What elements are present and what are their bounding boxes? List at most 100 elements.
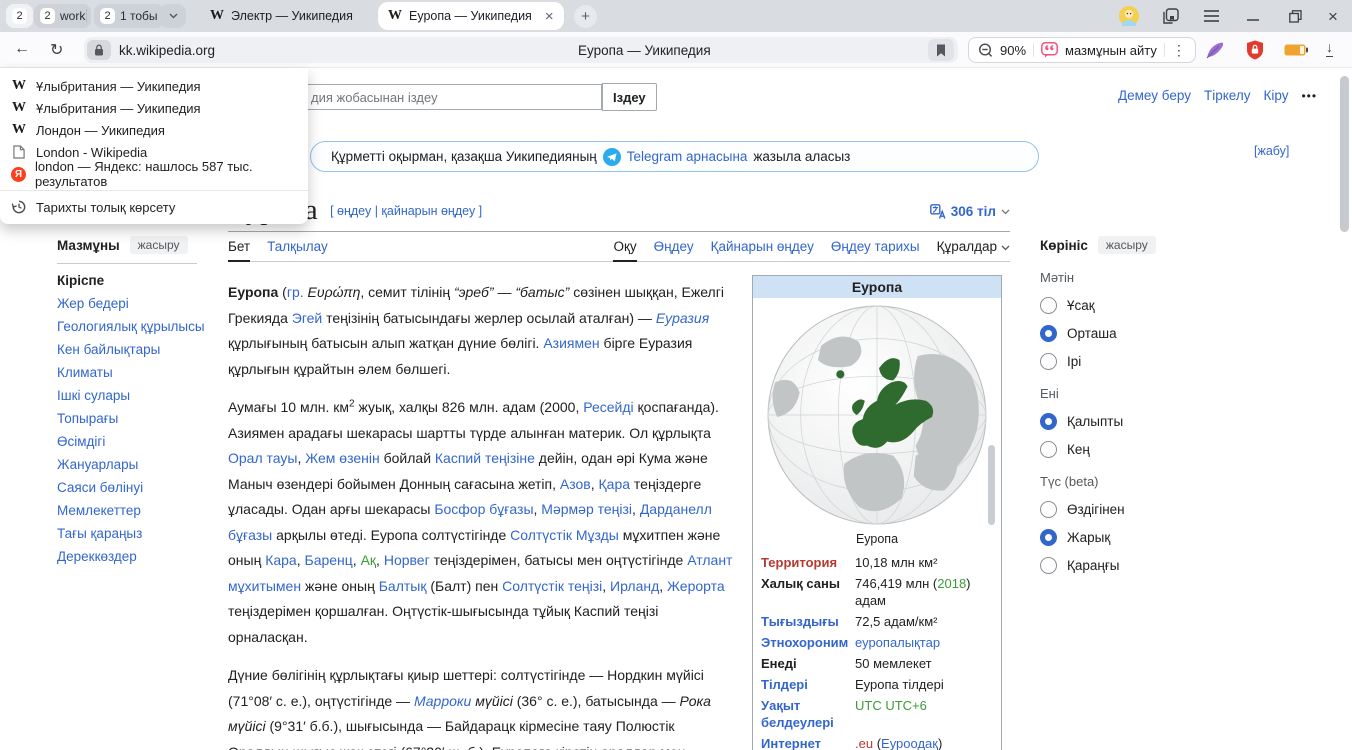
toc-item[interactable]: Жануарлары (57, 458, 215, 472)
page-tab[interactable]: Талқылау (267, 239, 328, 254)
tab-group-work[interactable]: 2 work (34, 4, 91, 28)
language-selector[interactable]: 306 тіл (930, 204, 1010, 219)
appearance-option[interactable]: Ірі (1040, 353, 1170, 370)
wiki-link[interactable]: Ресейді (583, 399, 633, 415)
wiki-link[interactable]: еуропалықтар (855, 635, 940, 650)
wiki-link[interactable]: Босфор бұғазы (434, 501, 533, 517)
top-link[interactable]: Кіру (1263, 88, 1288, 103)
page-scrollbar-thumb[interactable] (1340, 76, 1349, 232)
radio-button[interactable] (1040, 557, 1057, 574)
ssl-lock-badge[interactable] (87, 40, 111, 60)
wiki-link[interactable]: Орал тауы (228, 450, 297, 466)
radio-button[interactable] (1040, 501, 1057, 518)
wiki-link[interactable]: Мәрмәр теңізі (541, 501, 632, 517)
wiki-link[interactable]: Эгей (292, 310, 322, 326)
address-bar[interactable]: kk.wikipedia.org Еуропа — Уикипедия (84, 37, 958, 63)
page-tab[interactable]: Оқу (613, 239, 636, 254)
appearance-hide-button[interactable]: жасыру (1098, 236, 1156, 254)
url-text[interactable]: kk.wikipedia.org (119, 43, 215, 58)
tab-electr[interactable]: W Электр — Уикипедия (200, 2, 363, 30)
wiki-link[interactable]: Азиямен (543, 335, 599, 351)
browser-menu-button[interactable] (1200, 6, 1222, 26)
toc-item[interactable]: Мемлекеттер (57, 504, 215, 518)
tab-europa-active[interactable]: W Еуропа — Уикипедия × (378, 2, 564, 30)
page-tab[interactable]: Бет (228, 239, 250, 254)
radio-button[interactable] (1040, 353, 1057, 370)
page-tab[interactable]: Құралдар (937, 239, 1010, 254)
radio-button[interactable] (1040, 325, 1057, 342)
bookmark-flag-button[interactable] (928, 39, 954, 61)
minimize-button[interactable] (1242, 6, 1264, 26)
radio-button[interactable] (1040, 297, 1057, 314)
appearance-option[interactable]: Қараңғы (1040, 557, 1170, 574)
toc-item[interactable]: Саяси бөлінуі (57, 481, 215, 495)
tab-group-toby[interactable]: 2 1 тобы (94, 4, 164, 28)
personal-tools-more[interactable]: ••• (1301, 89, 1317, 103)
suggestion-item[interactable]: WҰлыбритания — Уикипедия (0, 97, 308, 119)
wiki-link[interactable]: Баренц (305, 552, 353, 568)
toc-item[interactable]: Ішкі сулары (57, 389, 215, 403)
wiki-link[interactable]: Ақ (361, 552, 376, 568)
infobox-label-link[interactable]: Территория (753, 554, 855, 571)
toc-hide-button[interactable]: жасыру (130, 236, 188, 254)
profile-avatar[interactable] (1118, 6, 1140, 26)
battery-button[interactable] (1284, 43, 1308, 61)
new-tab-button[interactable]: + (574, 5, 597, 28)
zoom-level[interactable]: 90% (1000, 43, 1026, 58)
appearance-option[interactable]: Орташа (1040, 325, 1170, 342)
appearance-option[interactable]: Қалыпты (1040, 413, 1170, 430)
wiki-link[interactable]: Жерорта (667, 578, 725, 594)
wiki-link[interactable]: Солтүстік теңізі (502, 578, 602, 594)
suggestion-item[interactable]: Яlondon — Яндекс: нашлось 587 тыс. резул… (0, 163, 308, 185)
restore-button[interactable] (1284, 6, 1306, 26)
toc-item[interactable]: Климаты (57, 366, 215, 380)
wiki-link[interactable]: Кара (265, 552, 297, 568)
radio-button[interactable] (1040, 441, 1057, 458)
infobox-label-link[interactable]: Уақыт белдеулері (753, 697, 855, 731)
back-button[interactable]: ← (14, 40, 30, 58)
toc-item[interactable]: Дереккөздер (57, 550, 215, 564)
wiki-search-button[interactable]: Іздеу (602, 83, 657, 111)
toc-item[interactable]: Геологиялық құрылысы (57, 320, 215, 334)
wiki-link[interactable]: Ирланд (610, 578, 659, 594)
infobox-label-link[interactable]: Тілдері (753, 676, 855, 693)
more-options-icon[interactable]: ⋮ (1172, 42, 1186, 59)
page-tab[interactable]: Өңдеу тарихы (831, 239, 920, 254)
wiki-link[interactable]: Еуразия (656, 310, 709, 326)
appearance-option[interactable]: Өздігінен (1040, 501, 1170, 518)
tab-group-collapsed[interactable]: 2 (6, 4, 33, 28)
wiki-link[interactable]: Азов (560, 476, 591, 492)
radio-button[interactable] (1040, 413, 1057, 430)
zoom-out-icon[interactable] (978, 43, 993, 58)
infobox-label-link[interactable]: Этнохороним (753, 634, 855, 651)
side-panel-button[interactable] (1160, 6, 1182, 26)
title-edit-links[interactable]: [ өңдеу | қайнарын өңдеу ] (330, 204, 482, 218)
read-aloud-label[interactable]: мазмұнын айту (1065, 43, 1157, 58)
downloads-button[interactable]: ↓ (1326, 39, 1333, 57)
show-full-history-item[interactable]: Тарихты толық көрсету (0, 196, 308, 218)
appearance-option[interactable]: Жарық (1040, 529, 1170, 546)
toc-item[interactable]: Кіріспе (57, 274, 215, 288)
infobox-label-link[interactable]: Тығыздығы (753, 613, 855, 630)
close-window-button[interactable]: × (1322, 6, 1344, 26)
wiki-link[interactable]: .eu (855, 736, 873, 750)
toc-item[interactable]: Тағы қараңыз (57, 527, 215, 541)
toc-item[interactable]: Өсімдігі (57, 435, 215, 449)
infobox-image[interactable] (753, 298, 1001, 529)
wiki-link[interactable]: Жем өзенін (305, 450, 379, 466)
wiki-link[interactable]: Қара (599, 476, 631, 492)
tab-close-icon[interactable]: × (545, 8, 554, 25)
wiki-link[interactable]: Каспий теңізіне (435, 450, 535, 466)
tab-group-chevron-button[interactable] (160, 4, 186, 28)
suggestion-item[interactable]: WЛондон — Уикипедия (0, 119, 308, 141)
wiki-link[interactable]: Марроки (414, 693, 471, 709)
protect-button[interactable] (1246, 40, 1264, 65)
infobox-label-link[interactable]: Интернет үйшігі (753, 735, 855, 750)
wiki-link[interactable]: 2018 (937, 576, 966, 591)
banner-close-link[interactable]: [жабу] (1254, 144, 1289, 158)
wiki-link[interactable]: UTC UTC+6 (855, 698, 927, 713)
wiki-link[interactable]: Солтүстік Мұзды (510, 527, 619, 543)
appearance-option[interactable]: Ұсақ (1040, 297, 1170, 314)
wiki-search-input[interactable] (302, 84, 602, 110)
page-tab[interactable]: Қайнарын өңдеу (711, 239, 814, 254)
